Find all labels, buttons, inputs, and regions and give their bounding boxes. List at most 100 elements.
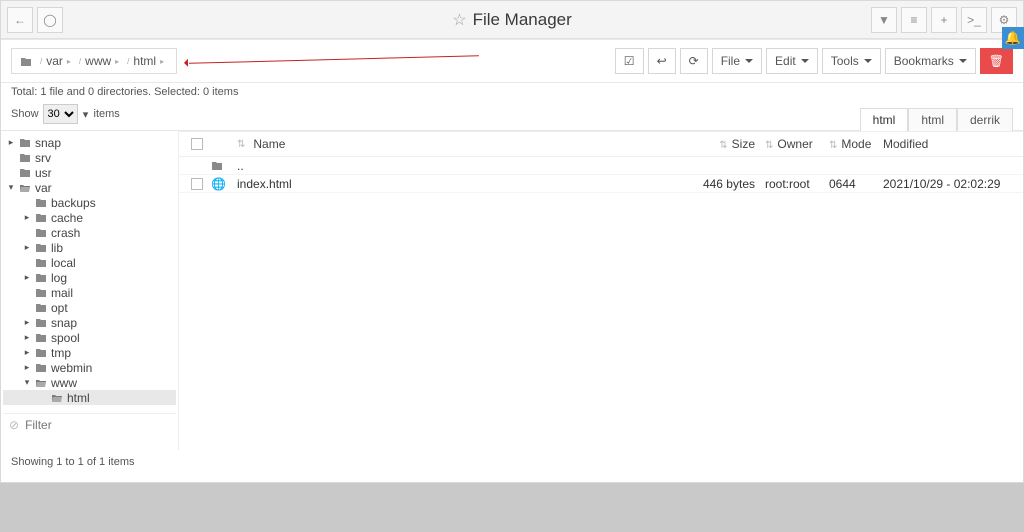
folder-icon [35,331,47,345]
tree-node-spool[interactable]: ▸ spool [3,330,176,345]
tree-node-label: usr [35,166,52,180]
tree-node-crash[interactable]: crash [3,225,176,240]
tree-node-snap[interactable]: ▸ snap [3,315,176,330]
folder-icon [19,136,31,150]
annotation-arrow [189,55,479,64]
select-all-button[interactable]: ☑ [615,48,644,74]
notifications-button[interactable]: 🔔 [1002,27,1024,49]
terminal-button[interactable]: >_ [961,7,987,33]
caret-icon[interactable]: ▾ [7,182,15,193]
tree-node-label: snap [35,136,61,150]
tab-html-1[interactable]: html [860,108,909,131]
edit-menu[interactable]: Edit [766,48,818,74]
footer-status: Showing 1 to 1 of 1 items [1,450,1023,482]
star-icon: ☆ [452,10,466,30]
tree-node-usr[interactable]: usr [3,165,176,180]
tree-node-var[interactable]: ▾var [3,180,176,195]
breadcrumb[interactable]: / var ▸ / www ▸ / html ▸ [11,48,177,74]
tree-node-www[interactable]: ▾www [3,375,176,390]
tree-node-label: html [67,391,90,405]
help-button[interactable]: ◯ [37,7,63,33]
caret-icon[interactable]: ▸ [23,242,31,253]
show-count-select[interactable]: 30 [43,104,78,124]
deselect-button[interactable]: ↩ [648,48,676,74]
caret-icon[interactable]: ▸ [23,362,31,373]
folder-icon [35,301,47,315]
tree-node-lib[interactable]: ▸ lib [3,240,176,255]
bookmarks-menu[interactable]: Bookmarks [885,48,976,74]
bell-icon: 🔔 [1005,30,1021,46]
breadcrumb-seg-www[interactable]: www [85,54,111,68]
tools-menu[interactable]: Tools [822,48,881,74]
caret-icon[interactable]: ▸ [7,137,15,148]
breadcrumb-seg-html[interactable]: html [133,54,156,68]
caret-icon[interactable]: ▸ [23,347,31,358]
tree-node-label: webmin [51,361,92,375]
folder-tree[interactable]: ▸snapsrvusr▾varbackups▸cachecrash▸libloc… [1,131,179,450]
filter-button[interactable]: ▼ [871,7,897,33]
caret-icon[interactable]: ▸ [23,272,31,283]
tree-node-opt[interactable]: opt [3,300,176,315]
header: ← ◯ ☆ File Manager ▼ ≡ + >_ ⚙ 🔔 [1,1,1023,39]
add-button[interactable]: + [931,7,957,33]
folder-icon [35,361,47,375]
col-size-header[interactable]: Size [732,137,755,151]
folder-icon [19,166,31,180]
delete-button[interactable]: 🗑 [980,48,1013,74]
select-all-checkbox[interactable] [191,138,203,150]
tree-node-webmin[interactable]: ▸ webmin [3,360,176,375]
folder-icon [35,286,47,300]
row-checkbox[interactable] [191,178,203,190]
caret-icon[interactable]: ▸ [23,332,31,343]
col-mode-header[interactable]: Mode [841,137,871,151]
folder-icon [35,346,47,360]
refresh-button[interactable]: ⟳ [680,48,708,74]
col-owner-header[interactable]: Owner [777,137,812,151]
folder-open-icon [51,391,63,405]
file-menu[interactable]: File [712,48,762,74]
tree-node-tmp[interactable]: ▸ tmp [3,345,176,360]
tree-node-mail[interactable]: mail [3,285,176,300]
tree-node-label: mail [51,286,73,300]
file-name[interactable]: index.html [237,177,292,191]
toolbar: / var ▸ / www ▸ / html ▸ ☑ ↩ ⟳ File Edit… [1,39,1023,83]
table-row[interactable]: 🌐 index.html 446 bytes root:root 0644 20… [179,175,1023,193]
tree-node-label: tmp [51,346,71,360]
folder-icon [20,54,32,68]
folder-icon [35,241,47,255]
folder-icon [19,151,31,165]
tree-node-local[interactable]: local [3,255,176,270]
grid-header: ⇅Name ⇅Size ⇅Owner ⇅Mode Modified [179,131,1023,157]
tree-node-label: backups [51,196,96,210]
col-modified-header[interactable]: Modified [883,137,928,151]
tree-node-html[interactable]: html [3,390,176,405]
file-mode: 0644 [829,177,883,191]
breadcrumb-seg-var[interactable]: var [46,54,63,68]
caret-icon[interactable]: ▸ [23,317,31,328]
tree-node-label: snap [51,316,77,330]
sort-icon[interactable]: ⇅ [237,139,245,150]
tree-node-label: crash [51,226,80,240]
col-name-header[interactable]: Name [253,137,285,151]
tree-node-srv[interactable]: srv [3,150,176,165]
columns-button[interactable]: ≡ [901,7,927,33]
file-owner: root:root [765,177,829,191]
tree-node-backups[interactable]: backups [3,195,176,210]
tree-filter-input[interactable] [25,418,179,432]
tree-node-label: cache [51,211,83,225]
page-title: ☆ File Manager [1,10,1023,30]
back-button[interactable]: ← [7,7,33,33]
tree-node-label: lib [51,241,63,255]
file-size: 446 bytes [685,177,765,191]
tree-node-snap[interactable]: ▸ snap [3,135,176,150]
tree-node-cache[interactable]: ▸ cache [3,210,176,225]
caret-icon[interactable]: ▾ [23,377,31,388]
tab-html-2[interactable]: html [908,108,957,131]
filter-icon: ⊘ [9,418,19,432]
tree-node-log[interactable]: ▸log [3,270,176,285]
tree-node-label: opt [51,301,68,315]
tree-node-label: spool [51,331,80,345]
tab-derrik[interactable]: derrik [957,108,1013,131]
parent-row[interactable]: .. [179,157,1023,175]
caret-icon[interactable]: ▸ [23,212,31,223]
